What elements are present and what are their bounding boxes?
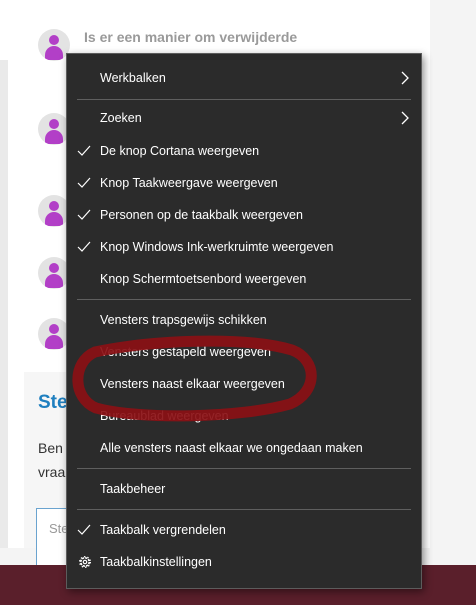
menu-item-label: Knop Taakweergave weergeven [100,176,278,190]
menu-item-label: Zoeken [100,111,142,125]
section-text-line: vraa [38,464,66,480]
section-heading: Ste [38,392,68,413]
menu-item-label: Knop Schermtoetsenbord weergeven [100,272,307,286]
menu-item-label: Vensters trapsgewijs schikken [100,313,267,327]
menu-item-label: Vensters gestapeld weergeven [100,345,271,359]
gear-icon [78,555,92,569]
menu-item-label: Bureaublad weergeven [100,409,229,423]
menu-item-label: Knop Windows Ink-werkruimte weergeven [100,240,334,254]
menu-item-trapsgewijs[interactable]: Vensters trapsgewijs schikken [67,305,421,335]
checkmark-icon [77,145,91,156]
menu-item-personen[interactable]: Personen op de taakbalk weergeven [67,200,421,230]
chevron-right-icon [401,71,409,85]
menu-item-gestapeld[interactable]: Vensters gestapeld weergeven [67,337,421,367]
chevron-right-icon [401,111,409,125]
thread-title-link[interactable]: Is er een manier om verwijderde [84,28,324,46]
menu-item-bureaublad[interactable]: Bureaublad weergeven [67,401,421,431]
menu-item-label: Werkbalken [100,71,166,85]
menu-item-label: Taakbalk vergrendelen [100,523,226,537]
checkmark-icon [77,524,91,535]
checkmark-icon [77,241,91,252]
taskbar-context-menu: Werkbalken Zoeken De knop Cortana weerge… [66,53,422,589]
menu-separator [77,99,411,100]
menu-item-vergrendelen[interactable]: Taakbalk vergrendelen [67,515,421,545]
menu-item-schermtoetsenbord[interactable]: Knop Schermtoetsenbord weergeven [67,264,421,294]
section-text-line: Ben [38,440,63,456]
menu-item-label: Vensters naast elkaar weergeven [100,377,285,391]
menu-item-naast-elkaar[interactable]: Vensters naast elkaar weergeven [67,369,421,399]
menu-item-cortana[interactable]: De knop Cortana weergeven [67,136,421,166]
checkmark-icon [77,177,91,188]
menu-item-zoeken[interactable]: Zoeken [67,103,421,133]
menu-item-taakbalkinstellingen[interactable]: Taakbalkinstellingen [67,547,421,577]
checkmark-icon [77,209,91,220]
menu-item-label: De knop Cortana weergeven [100,144,260,158]
menu-item-werkbalken[interactable]: Werkbalken [67,63,421,93]
menu-item-taakbeheer[interactable]: Taakbeheer [67,474,421,504]
menu-separator [77,509,411,510]
menu-separator [77,468,411,469]
menu-item-taakweergave[interactable]: Knop Taakweergave weergeven [67,168,421,198]
menu-item-label: Personen op de taakbalk weergeven [100,208,303,222]
menu-item-label: Taakbalkinstellingen [100,555,212,569]
menu-item-windows-ink[interactable]: Knop Windows Ink-werkruimte weergeven [67,232,421,262]
menu-item-ongedaan-maken[interactable]: Alle vensters naast elkaar we ongedaan m… [67,433,421,463]
menu-item-label: Taakbeheer [100,482,166,496]
left-gutter [0,60,8,548]
menu-separator [77,299,411,300]
menu-item-label: Alle vensters naast elkaar we ongedaan m… [100,441,363,455]
